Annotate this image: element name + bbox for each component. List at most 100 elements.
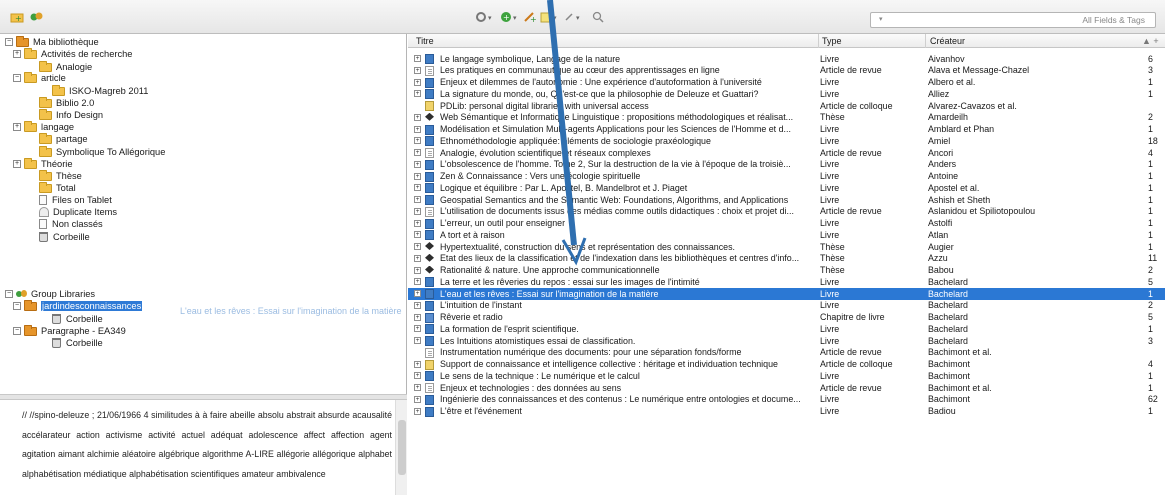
tag-cloud[interactable]: // //spino-deleuze ; 21/06/1966 4 simili…	[22, 406, 392, 484]
item-row[interactable]: + Les Intuitions atomistiques essai de cl…	[408, 335, 1165, 347]
expand-icon[interactable]: +	[414, 372, 421, 380]
new-item-icon[interactable]: + ▾	[500, 9, 520, 25]
collapse-icon[interactable]: −	[13, 327, 21, 335]
expand-icon[interactable]: +	[414, 66, 421, 74]
expand-icon[interactable]: +	[414, 137, 421, 145]
tree-item[interactable]: ISKO-Magreb 2011	[41, 84, 148, 97]
expand-icon[interactable]: +	[414, 360, 421, 368]
item-row[interactable]: + La signature du monde, ou, Qu'est-ce qu…	[408, 88, 1165, 100]
tree-item[interactable]: partage	[28, 132, 88, 145]
item-row[interactable]: + Support de connaissance et intelligence…	[408, 359, 1165, 371]
tree-item[interactable]: − Ma bibliothèque	[5, 35, 99, 48]
tree-item[interactable]: − Paragraphe - EA349	[13, 324, 126, 337]
expand-icon[interactable]: +	[414, 196, 421, 203]
search-mode-icon[interactable]: ▾	[879, 15, 883, 23]
attachment-icon[interactable]: ▾	[563, 9, 583, 25]
item-row[interactable]: PDLib: personal digital libraries with u…	[408, 100, 1165, 112]
item-row[interactable]: + Rêverie et radio Chapitre de livre Bachel…	[408, 312, 1165, 324]
expand-icon[interactable]: +	[414, 290, 421, 297]
expand-icon[interactable]: +	[414, 149, 421, 156]
item-row[interactable]: + Ethnométhodologie appliquée: éléments d…	[408, 135, 1165, 147]
tree-item[interactable]: Duplicate Items	[28, 206, 117, 218]
item-row[interactable]: + Geospatial Semantics and the Semantic W…	[408, 194, 1165, 206]
expand-icon[interactable]: +	[414, 172, 421, 180]
new-collection-icon[interactable]: +	[10, 9, 24, 25]
scroll-thumb[interactable]	[398, 420, 406, 475]
item-row[interactable]: + A tort et à raison Livre Atlan 1	[408, 229, 1165, 241]
item-row[interactable]: + Modélisation et Simulation Multi-agents…	[408, 124, 1165, 136]
item-row[interactable]: + L'utilisation de documents issus des mé…	[408, 206, 1165, 218]
item-row[interactable]: + Rationalité & nature. Une approche comm…	[408, 265, 1165, 277]
item-row[interactable]: + Zen & Connaissance : Vers une écologie …	[408, 171, 1165, 183]
item-row[interactable]: + Enjeux et technologies : des données au…	[408, 382, 1165, 394]
item-row[interactable]: + La formation de l'esprit scientifique. L…	[408, 323, 1165, 335]
item-row[interactable]: + Web Sémantique et Informatique Linguist…	[408, 112, 1165, 124]
actions-gear-icon[interactable]: ▾	[475, 9, 495, 25]
new-group-icon[interactable]	[30, 9, 44, 25]
item-row[interactable]: + L'eau et les rêves : Essai sur l'imagin…	[408, 288, 1165, 300]
tree-item[interactable]: Total	[28, 181, 76, 194]
tree-item[interactable]: Non classés	[28, 218, 103, 230]
tree-item[interactable]: Corbeille	[28, 231, 90, 243]
tree-item[interactable]: − article	[13, 71, 66, 84]
tree-item[interactable]: Symbolique To Allégorique	[28, 145, 165, 158]
expand-icon[interactable]: +	[414, 219, 421, 227]
item-row[interactable]: + L'erreur, un outil pour enseigner Livre A…	[408, 218, 1165, 230]
item-row[interactable]: + Analogie, évolution scientifique et rés…	[408, 147, 1165, 159]
collapse-icon[interactable]: −	[13, 302, 21, 310]
expand-icon[interactable]: +	[414, 125, 421, 133]
item-row[interactable]: + Hypertextualité, construction du sens e…	[408, 241, 1165, 253]
item-row[interactable]: + Le langage symbolique, Langage de la na…	[408, 53, 1165, 65]
collapse-icon[interactable]: −	[5, 38, 13, 46]
column-title-header[interactable]: Titre	[416, 36, 434, 46]
expand-icon[interactable]: +	[414, 313, 421, 321]
item-row[interactable]: Instrumentation numérique des documents:…	[408, 347, 1165, 359]
column-type-header[interactable]: Type	[822, 36, 842, 46]
item-row[interactable]: + Les pratiques en communautique au cœur …	[408, 65, 1165, 77]
column-separator[interactable]	[925, 34, 926, 48]
expand-icon[interactable]: +	[414, 90, 421, 98]
tree-item[interactable]: − jardindesconnaissances	[13, 299, 143, 312]
tree-item[interactable]: Files on Tablet	[28, 194, 112, 206]
expand-icon[interactable]: +	[414, 55, 421, 62]
tree-item[interactable]: Info Design	[28, 108, 103, 121]
item-row[interactable]: + Etat des lieux de la classification et …	[408, 253, 1165, 265]
tree-item[interactable]: Biblio 2.0	[28, 96, 94, 109]
tree-item[interactable]: Corbeille	[41, 313, 103, 325]
expand-icon[interactable]: +	[414, 395, 421, 403]
expand-icon[interactable]: +	[414, 207, 421, 215]
tag-scrollbar[interactable]	[395, 400, 407, 495]
expand-icon[interactable]: +	[414, 231, 421, 239]
expand-icon[interactable]: +	[414, 301, 421, 309]
item-row[interactable]: + L'obsolescence de l'homme. Tome 2, Sur …	[408, 159, 1165, 171]
tree-item[interactable]: + Théorie	[13, 157, 73, 170]
item-row[interactable]: + Enjeux et dilemmes de l'autonomie : Une…	[408, 77, 1165, 89]
expand-icon[interactable]: +	[414, 78, 421, 86]
expand-icon[interactable]: +	[13, 50, 21, 58]
tree-item[interactable]: + Activités de recherche	[13, 47, 132, 60]
item-row[interactable]: + Le sens de la technique : Le numérique …	[408, 370, 1165, 382]
expand-icon[interactable]: +	[13, 160, 21, 168]
tree-item[interactable]: + langage	[13, 120, 74, 133]
collapse-icon[interactable]: −	[5, 290, 13, 298]
expand-icon[interactable]: +	[414, 384, 421, 391]
item-row[interactable]: + L'intuition de l'instant Livre Bachelard 2	[408, 300, 1165, 312]
expand-icon[interactable]: +	[414, 407, 421, 415]
column-creator-header[interactable]: Créateur	[930, 36, 965, 46]
search-input[interactable]: ▾ All Fields & Tags	[870, 12, 1156, 28]
expand-icon[interactable]: +	[13, 123, 21, 131]
advanced-search-icon[interactable]	[592, 9, 604, 25]
expand-icon[interactable]: +	[414, 243, 421, 250]
tree-item[interactable]: Corbeille	[41, 337, 103, 349]
expand-icon[interactable]: +	[414, 160, 421, 168]
expand-icon[interactable]: +	[414, 325, 421, 333]
item-row[interactable]: + La terre et les rêveries du repos : ess…	[408, 276, 1165, 288]
item-row[interactable]: + Logique et équilibre : Par L. Apostel, …	[408, 182, 1165, 194]
expand-icon[interactable]: +	[414, 337, 421, 344]
expand-icon[interactable]: +	[414, 113, 421, 121]
expand-icon[interactable]: +	[414, 254, 421, 262]
expand-icon[interactable]: +	[414, 184, 421, 192]
tree-item[interactable]: − Group Libraries	[5, 288, 95, 300]
add-by-identifier-icon[interactable]: +	[523, 9, 537, 25]
expand-icon[interactable]: +	[414, 266, 421, 274]
